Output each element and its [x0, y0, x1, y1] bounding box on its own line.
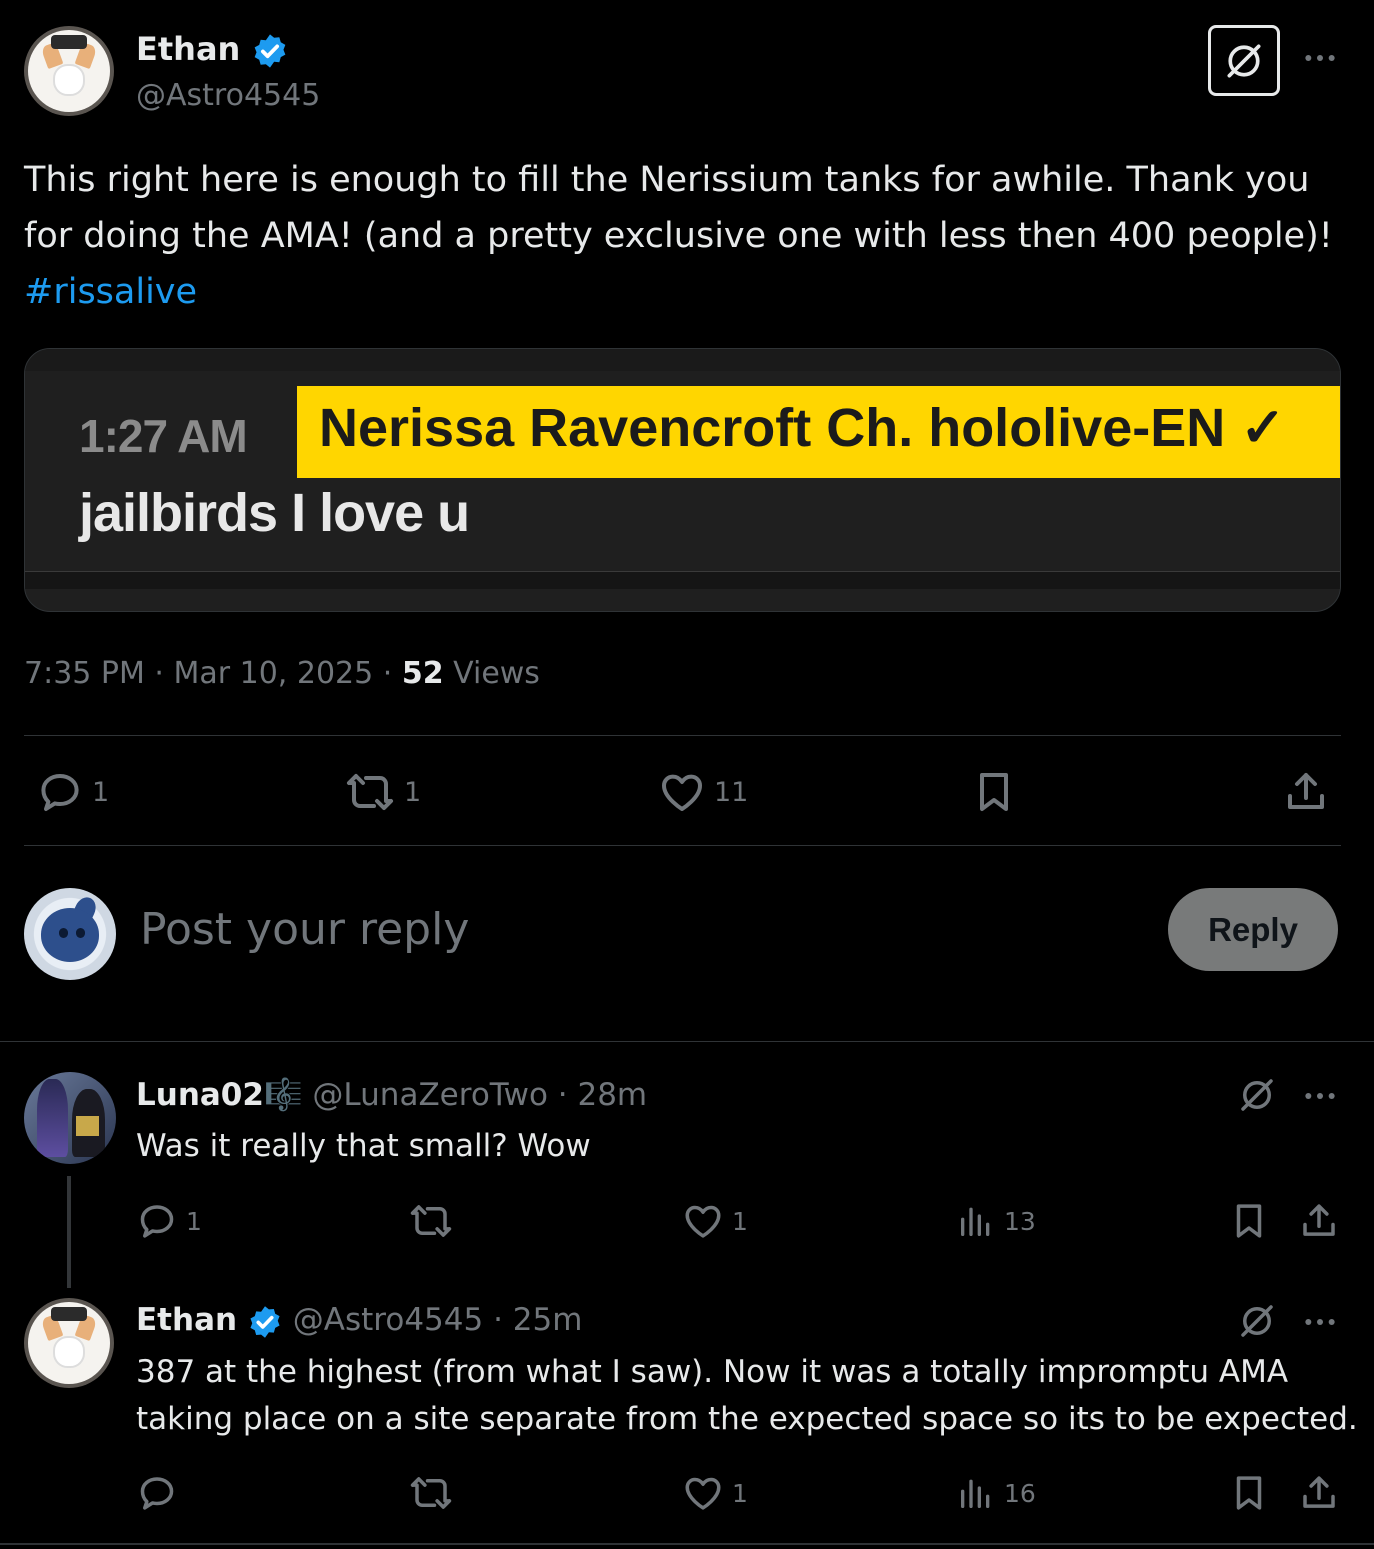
chat-timestamp: 1:27 AM	[79, 410, 248, 462]
repost-count: 1	[404, 776, 422, 808]
reply-action[interactable]: 1	[136, 1200, 202, 1242]
music-badge-icon: 🎼	[263, 1077, 303, 1113]
grok-icon	[1241, 1079, 1273, 1111]
reply-avatar[interactable]	[24, 1298, 114, 1388]
reply-more-button[interactable]	[1300, 1302, 1340, 1346]
chat-message: jailbirds I love u	[79, 483, 470, 543]
grok-icon	[1227, 44, 1261, 77]
bookmark-action[interactable]	[970, 768, 1018, 816]
reply-text-line: 387 at the highest (from what I saw). No…	[136, 1354, 1289, 1390]
like-count: 11	[714, 776, 749, 808]
views-count: 16	[1004, 1478, 1036, 1508]
post-text-line: for doing the AMA! (and a pretty exclusi…	[24, 216, 1333, 256]
reply-handle-time[interactable]: @Astro4545 · 25m	[293, 1302, 583, 1338]
verified-icon	[255, 34, 286, 68]
share-icon	[1303, 1204, 1335, 1236]
repost-icon	[410, 1477, 452, 1509]
reply-handle-time[interactable]: @LunaZeroTwo · 28m	[312, 1077, 647, 1113]
section-divider	[0, 1543, 1374, 1545]
like-action[interactable]: 1	[682, 1200, 748, 1242]
divider	[24, 845, 1341, 846]
repost-icon	[347, 774, 393, 810]
repost-action[interactable]: 1	[344, 768, 421, 816]
views-count: 13	[1004, 1206, 1036, 1236]
author-name[interactable]: Ethan	[136, 30, 289, 70]
reply-icon	[140, 1205, 174, 1238]
like-icon	[685, 1477, 721, 1510]
repost-action[interactable]	[408, 1472, 454, 1514]
views-action[interactable]: 13	[956, 1200, 1036, 1242]
author-avatar[interactable]	[24, 26, 114, 116]
reply-avatar[interactable]	[24, 1072, 116, 1164]
repost-icon	[410, 1205, 452, 1237]
more-icon	[1305, 55, 1335, 61]
like-action[interactable]: 11	[658, 768, 748, 816]
views-icon	[961, 1207, 990, 1236]
post-meta: 7:35 PM · Mar 10, 2025 · 52 Views	[24, 656, 540, 691]
share-action[interactable]	[1298, 1472, 1340, 1514]
reply-count: 1	[92, 776, 110, 808]
share-icon	[1303, 1476, 1335, 1508]
views-count: 52	[401, 656, 444, 691]
author-handle[interactable]: @Astro4545	[136, 78, 320, 113]
chat-author-badge: Nerissa Ravencroft Ch. hololive-EN ✓	[297, 386, 1340, 478]
repost-action[interactable]	[408, 1200, 454, 1242]
more-button[interactable]	[1300, 38, 1340, 82]
reply-text: Was it really that small? Wow	[136, 1128, 591, 1164]
reply-count: 1	[186, 1206, 202, 1236]
post-text-line: This right here is enough to fill the Ne…	[24, 160, 1310, 200]
bookmark-action[interactable]	[1228, 1200, 1270, 1242]
reply-icon	[41, 774, 79, 811]
views-action[interactable]: 16	[956, 1472, 1036, 1514]
reply-button[interactable]: Reply	[1168, 888, 1338, 971]
verified-icon	[250, 1305, 280, 1338]
reply-header: Ethan @Astro4545 · 25m	[136, 1302, 582, 1340]
grok-icon	[1241, 1305, 1273, 1337]
like-count: 1	[732, 1478, 748, 1508]
divider	[24, 735, 1341, 736]
reply-action[interactable]	[136, 1472, 178, 1514]
bookmark-icon	[1236, 1476, 1262, 1510]
share-action[interactable]	[1298, 1200, 1340, 1242]
like-icon	[685, 1205, 721, 1238]
reply-action[interactable]: 1	[36, 768, 109, 816]
share-icon	[1288, 773, 1324, 809]
reply-more-button[interactable]	[1300, 1076, 1340, 1120]
more-icon	[1305, 1319, 1335, 1325]
more-icon	[1305, 1093, 1335, 1099]
reply-input[interactable]: Post your reply	[140, 904, 469, 955]
post-timestamp[interactable]: 7:35 PM · Mar 10, 2025 ·	[24, 656, 402, 691]
reply-header: Luna02🎼 @LunaZeroTwo · 28m	[136, 1076, 647, 1113]
reply-grok-button[interactable]	[1236, 1300, 1278, 1346]
like-action[interactable]: 1	[682, 1472, 748, 1514]
bookmark-action[interactable]	[1228, 1472, 1270, 1514]
grok-button[interactable]	[1208, 25, 1280, 96]
reply-author-name[interactable]: Ethan	[136, 1302, 237, 1338]
hashtag-link[interactable]: #rissalive	[24, 272, 197, 312]
post-image[interactable]: 1:27 AM Nerissa Ravencroft Ch. hololive-…	[24, 348, 1341, 612]
reply-text-line: taking place on a site separate from the…	[136, 1401, 1358, 1437]
like-icon	[662, 774, 702, 811]
reply-author-name[interactable]: Luna02	[136, 1077, 264, 1113]
share-action[interactable]	[1282, 768, 1330, 816]
section-divider	[0, 1041, 1374, 1042]
reply-icon	[140, 1477, 174, 1510]
user-avatar[interactable]	[24, 888, 116, 980]
reply-grok-button[interactable]	[1236, 1074, 1278, 1120]
like-count: 1	[732, 1206, 748, 1236]
views-label: Views	[443, 656, 540, 691]
bookmark-icon	[1236, 1204, 1262, 1238]
views-icon	[961, 1479, 990, 1508]
bookmark-icon	[980, 773, 1008, 811]
thread-line	[67, 1176, 71, 1288]
